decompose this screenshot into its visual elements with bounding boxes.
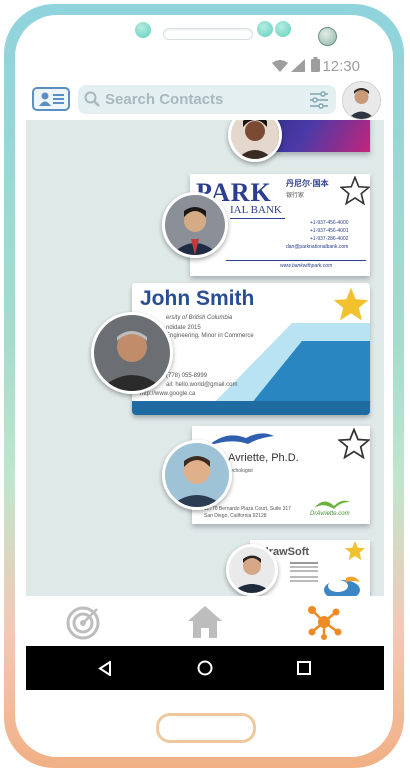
- card-name: Avriette, Ph.D.: [228, 452, 299, 464]
- contact-card-feed[interactable]: PARK IAL BANK 丹尼尔·国本 银行家 +1-937-456-4000…: [26, 120, 384, 596]
- home-circle-icon[interactable]: [197, 660, 213, 676]
- sensor-dot: [135, 22, 151, 38]
- favorite-star-icon[interactable]: [338, 428, 370, 459]
- physical-home-button[interactable]: [156, 713, 256, 743]
- bottom-nav: [26, 596, 384, 646]
- favorite-star-icon[interactable]: [340, 176, 370, 205]
- status-bar: 12:30: [26, 50, 384, 80]
- card-rule: [230, 218, 285, 219]
- card-degree: Engineering, Minor in Commerce: [166, 333, 254, 339]
- home-icon[interactable]: [186, 604, 224, 640]
- card-website: www.bankwithpark.com: [280, 263, 333, 269]
- card-email: ail: hello.world@gmail.com: [166, 382, 238, 388]
- card-phone: +1-937-286-4002: [310, 236, 349, 242]
- card-phone: +1-937-456-4000: [310, 220, 349, 226]
- favorite-star-filled-icon[interactable]: [332, 286, 370, 322]
- favorite-star-filled-icon[interactable]: [344, 540, 366, 561]
- battery-icon: [311, 57, 320, 72]
- recents-icon[interactable]: [297, 661, 311, 675]
- card-details: [290, 562, 318, 564]
- app-screen: 12:30 Search Contacts PARK IAL BANK 丹尼尔·…: [26, 50, 384, 690]
- contact-photo[interactable]: [228, 120, 282, 162]
- system-nav-bar: [26, 646, 384, 690]
- search-input[interactable]: Search Contacts: [105, 91, 223, 108]
- card-city: San Diego, California 92128: [204, 513, 267, 519]
- card-brand: DrAvriette.com: [310, 511, 350, 517]
- card-email: dan@parknationalbank.com: [286, 244, 349, 250]
- contact-photo[interactable]: [91, 312, 173, 394]
- card-phone: +1-937-456-4001: [310, 228, 349, 234]
- search-bar[interactable]: Search Contacts: [78, 85, 336, 114]
- card-lines: [53, 94, 64, 96]
- sensor-dot: [275, 21, 291, 37]
- status-time: 12:30: [322, 58, 360, 75]
- card-university: ersity of British Columbia: [166, 315, 233, 321]
- wifi-icon: [272, 60, 288, 72]
- person-icon: [39, 92, 51, 106]
- contact-photo[interactable]: [162, 192, 228, 258]
- card-name: John Smith: [140, 287, 255, 310]
- brand-logo: [314, 500, 350, 509]
- contact-photo[interactable]: [226, 544, 278, 596]
- card-phone: (778) 055-8999: [166, 373, 208, 379]
- card-title-cn: 银行家: [286, 193, 305, 199]
- card-logo-sub: IAL BANK: [230, 204, 282, 216]
- card-rule: [226, 260, 366, 261]
- sensor-dot: [257, 21, 273, 37]
- user-avatar[interactable]: [342, 81, 381, 120]
- brand-graphic: [324, 576, 360, 596]
- card-name-cn: 丹尼尔·国本: [286, 179, 329, 188]
- back-icon[interactable]: [98, 661, 112, 676]
- card-grad: ndidate 2015: [166, 325, 201, 331]
- card-address: 11770 Bernardo Plaza Court, Suite 317: [204, 506, 291, 512]
- contact-card-icon[interactable]: [32, 87, 70, 111]
- front-camera: [318, 27, 337, 46]
- target-icon[interactable]: [66, 606, 100, 640]
- earpiece-speaker: [163, 28, 253, 40]
- app-header: Search Contacts: [26, 81, 384, 120]
- filter-sliders-icon[interactable]: [309, 90, 329, 110]
- card-website: http://www.google.ca: [140, 391, 196, 397]
- contact-photo[interactable]: [162, 440, 232, 510]
- network-icon[interactable]: [306, 604, 342, 640]
- search-icon: [84, 91, 100, 107]
- signal-icon: [291, 59, 305, 72]
